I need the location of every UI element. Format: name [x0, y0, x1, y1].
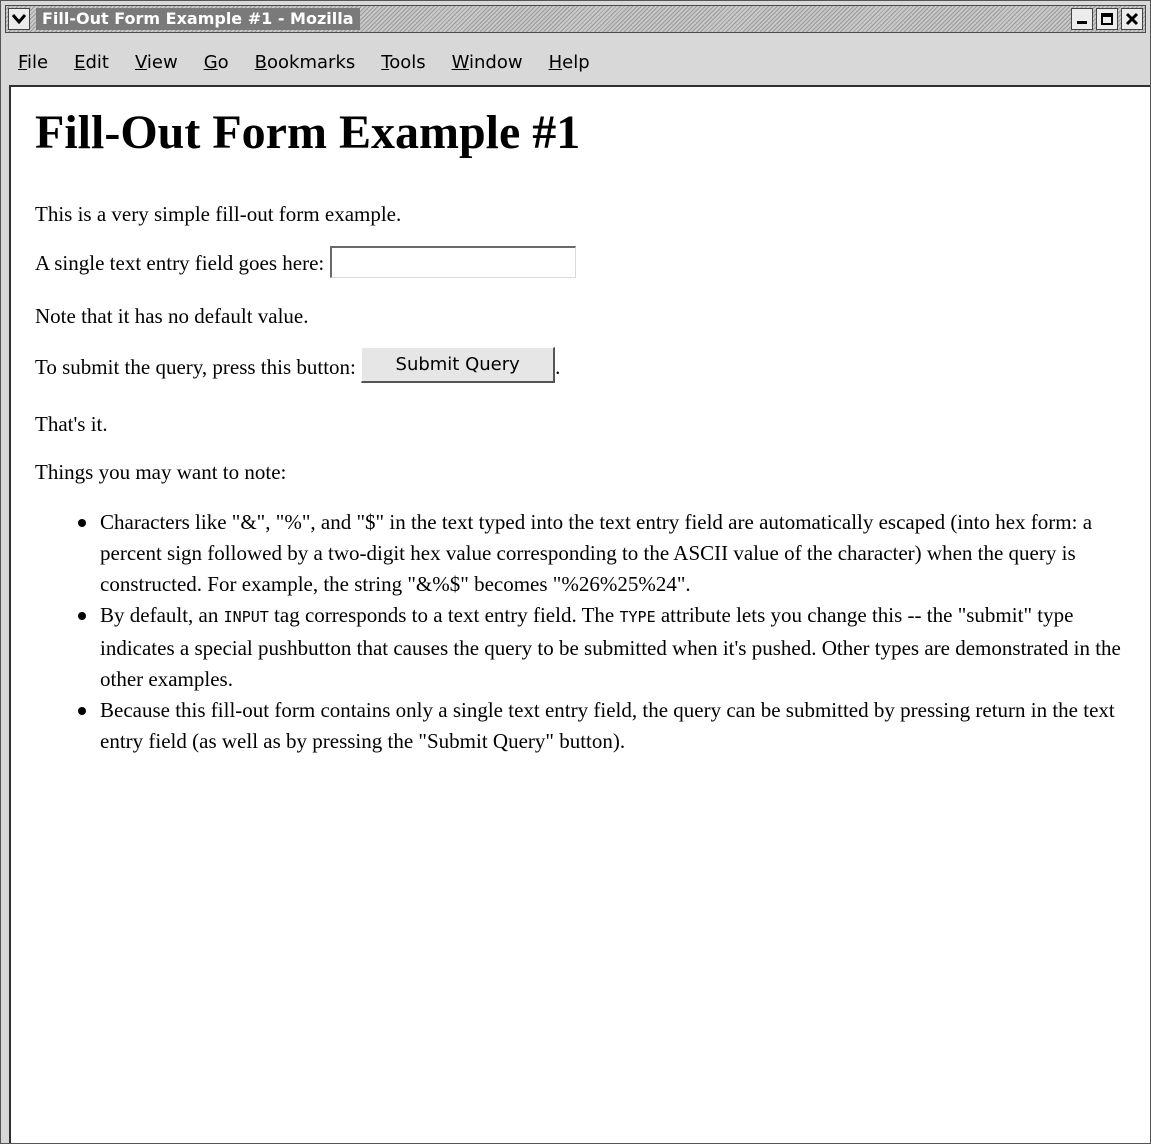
menu-label: o [217, 51, 229, 73]
field-paragraph: A single text entry field goes here: [35, 246, 1150, 281]
minimize-icon [1077, 21, 1087, 24]
list-item-text: Characters like "&", "%", and "$" in the… [100, 510, 1093, 596]
menu-help[interactable]: Help [536, 52, 603, 73]
menu-edit[interactable]: Edit [61, 52, 122, 73]
menu-mnemonic: E [74, 51, 86, 73]
submit-paragraph: To submit the query, press this button: … [35, 347, 1150, 387]
menu-mnemonic: H [548, 51, 563, 73]
menu-window[interactable]: Window [439, 52, 536, 73]
thats-it-text: That's it. [35, 412, 108, 436]
minimize-button[interactable] [1071, 8, 1093, 30]
submit-query-button[interactable]: Submit Query [361, 347, 556, 383]
maximize-button[interactable] [1096, 8, 1118, 30]
menu-mnemonic: G [203, 51, 218, 73]
menu-bar: File Edit View Go Bookmarks Tools Window… [5, 43, 1146, 81]
list-item: Characters like "&", "%", and "$" in the… [78, 507, 1150, 600]
bullet-icon [78, 707, 86, 715]
submit-suffix: . [555, 354, 561, 379]
intro-text: This is a very simple fill-out form exam… [35, 202, 402, 226]
menu-mnemonic: B [254, 51, 268, 73]
list-item-text: Because this fill-out form contains only… [100, 698, 1115, 753]
close-button[interactable] [1121, 8, 1143, 30]
list-item: By default, an INPUT tag corresponds to … [78, 600, 1150, 695]
menu-go[interactable]: Go [191, 52, 242, 73]
bullet-icon [78, 612, 86, 620]
title-bar[interactable]: Fill-Out Form Example #1 - Mozilla [5, 5, 1146, 33]
window-title: Fill-Out Form Example #1 - Mozilla [36, 8, 360, 30]
chevron-down-icon [11, 14, 27, 25]
window-menu-button[interactable] [8, 8, 30, 30]
menu-mnemonic: W [451, 51, 469, 73]
page-content: Fill-Out Form Example #1 This is a very … [9, 85, 1150, 1143]
menu-label: indow [469, 51, 523, 73]
menu-label: iew [146, 51, 178, 73]
notes-list: Characters like "&", "%", and "$" in the… [35, 507, 1150, 757]
text-entry-field[interactable] [329, 246, 576, 278]
menu-mnemonic: T [381, 51, 390, 73]
browser-window: Fill-Out Form Example #1 - Mozilla File … [0, 0, 1151, 1144]
menu-label: ile [27, 51, 49, 73]
menu-bookmarks[interactable]: Bookmarks [242, 52, 369, 73]
bullet-icon [78, 519, 86, 527]
submit-prompt: To submit the query, press this button: [35, 354, 362, 379]
field-label: A single text entry field goes here: [35, 250, 330, 275]
menu-label: dit [85, 51, 109, 73]
list-item-text: tag corresponds to a text entry field. T… [268, 603, 620, 627]
menu-label: elp [562, 51, 590, 73]
type-attr-code: TYPE [619, 608, 656, 626]
list-item-text: By default, an [100, 603, 224, 627]
menu-mnemonic: F [18, 51, 28, 73]
menu-tools[interactable]: Tools [368, 52, 438, 73]
menu-file[interactable]: File [5, 52, 61, 73]
menu-mnemonic: V [134, 51, 147, 73]
list-item: Because this fill-out form contains only… [78, 695, 1150, 757]
maximize-icon [1101, 13, 1113, 25]
menu-view[interactable]: View [122, 52, 191, 73]
note-text: Note that it has no default value. [35, 304, 309, 328]
menu-label: ookmarks [267, 51, 356, 73]
page-heading: Fill-Out Form Example #1 [35, 106, 581, 159]
input-tag-code: INPUT [223, 608, 269, 626]
menu-label: ools [389, 51, 426, 73]
things-note-text: Things you may want to note: [35, 460, 287, 484]
close-icon [1125, 12, 1139, 26]
